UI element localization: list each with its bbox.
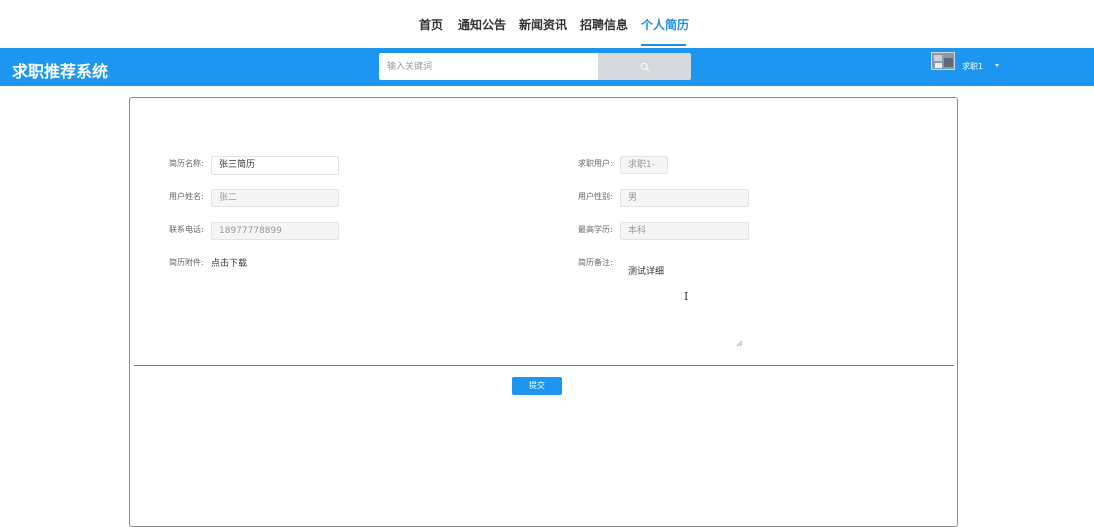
search-button[interactable] xyxy=(598,53,691,80)
attachment-label: 简历附件: xyxy=(169,258,204,267)
submit-button[interactable]: 提交 xyxy=(512,377,562,395)
remark-text: 测试详细 xyxy=(628,267,665,277)
nav-item-home[interactable]: 首页 xyxy=(419,16,443,33)
top-navigation: 首页 通知公告 新闻资讯 招聘信息 个人简历 xyxy=(0,0,1094,46)
search-input[interactable] xyxy=(379,53,598,80)
form-divider xyxy=(134,365,954,366)
nav-item-notices[interactable]: 通知公告 xyxy=(458,16,506,33)
user-gender-label: 用户性别: xyxy=(578,192,613,201)
remark-label: 简历备注: xyxy=(578,258,613,267)
site-title: 求职推荐系统 xyxy=(12,62,109,81)
education-label: 最高学历: xyxy=(578,225,613,234)
resume-name-input[interactable]: 张三简历 xyxy=(211,156,339,175)
nav-active-indicator xyxy=(641,44,686,46)
education-field: 本科 xyxy=(620,222,749,240)
user-name-field: 张二 xyxy=(211,189,339,207)
user-menu-name[interactable]: 求职1 xyxy=(962,61,983,72)
user-name-label: 用户姓名: xyxy=(169,192,204,201)
header-bar: 求职推荐系统 求职1 xyxy=(0,48,1094,86)
chevron-down-icon[interactable] xyxy=(995,64,999,67)
job-user-field: 求职1- xyxy=(620,156,668,174)
remark-textarea[interactable]: 测试详细 xyxy=(620,256,744,348)
nav-item-news[interactable]: 新闻资讯 xyxy=(519,16,567,33)
nav-item-resume[interactable]: 个人简历 xyxy=(641,16,689,33)
user-avatar[interactable] xyxy=(931,52,955,70)
job-user-label: 求职用户: xyxy=(578,159,613,168)
download-attachment-link[interactable]: 点击下载 xyxy=(211,256,247,269)
resume-name-label: 简历名称: xyxy=(169,159,204,168)
nav-item-jobs[interactable]: 招聘信息 xyxy=(580,16,628,33)
resize-handle-icon[interactable] xyxy=(736,340,742,346)
user-gender-field: 男 xyxy=(620,189,749,207)
phone-label: 联系电话: xyxy=(169,225,204,234)
search-icon xyxy=(640,62,649,71)
phone-field: 18977778899 xyxy=(211,222,339,240)
text-cursor-icon: I xyxy=(684,290,689,303)
